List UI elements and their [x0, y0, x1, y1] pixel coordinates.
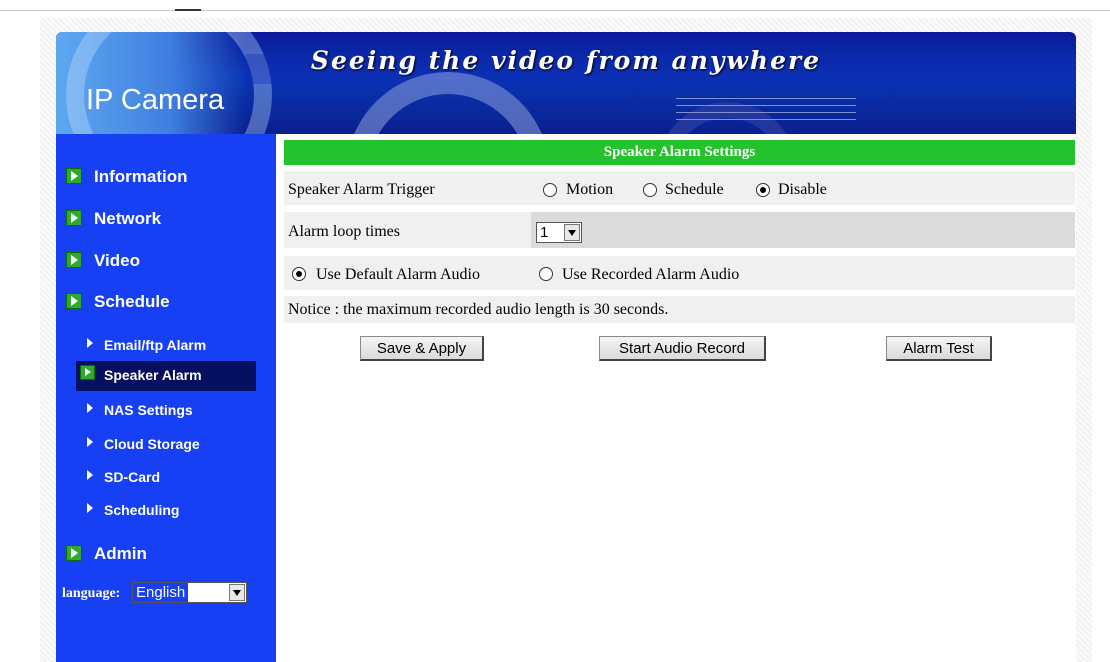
radio-motion-label: Motion — [566, 181, 614, 198]
sidebar-subitem-label: Scheduling — [104, 502, 180, 518]
arrow-icon — [87, 470, 93, 480]
arrow-icon — [87, 338, 93, 348]
radio-default-audio[interactable] — [292, 267, 306, 281]
sidebar-item-label: Information — [94, 167, 188, 186]
alarm-test-button[interactable]: Alarm Test — [886, 336, 992, 361]
language-value: English — [133, 583, 189, 602]
trigger-label: Speaker Alarm Trigger — [288, 181, 435, 198]
arrow-box-icon — [66, 545, 82, 561]
sidebar-subitem-label: NAS Settings — [104, 402, 193, 418]
sidebar-subitem-cloud-storage[interactable]: Cloud Storage — [76, 430, 256, 460]
radio-default-audio-label: Use Default Alarm Audio — [316, 266, 480, 283]
sidebar-subitem-sd-card[interactable]: SD-Card — [76, 463, 256, 493]
loop-times-value: 1 — [540, 224, 549, 241]
banner-slogan: Seeing the video from anywhere — [310, 46, 822, 75]
top-divider — [0, 10, 1110, 11]
arrow-icon — [87, 437, 93, 447]
arrow-icon — [87, 503, 93, 513]
start-audio-record-button[interactable]: Start Audio Record — [599, 336, 766, 361]
sidebar-item-label: Admin — [94, 544, 147, 563]
loop-times-select[interactable]: 1 — [536, 222, 582, 243]
sidebar-subitem-speaker-alarm[interactable]: Speaker Alarm — [76, 361, 256, 391]
sidebar-subitem-nas-settings[interactable]: NAS Settings — [76, 396, 256, 426]
banner-decoration — [676, 98, 856, 124]
top-mark — [175, 9, 201, 11]
sidebar-subitem-label: Email/ftp Alarm — [104, 337, 207, 353]
loop-label: Alarm loop times — [288, 223, 400, 240]
save-apply-button[interactable]: Save & Apply — [360, 336, 484, 361]
notice-row: Notice : the maximum recorded audio leng… — [284, 296, 1075, 323]
trigger-row: Speaker Alarm Trigger Motion Schedule Di… — [284, 171, 1075, 205]
app-logo: IP Camera — [86, 84, 225, 116]
arrow-icon — [87, 403, 93, 413]
arrow-box-icon — [80, 365, 95, 380]
sidebar-subitem-email-ftp-alarm[interactable]: Email/ftp Alarm — [76, 331, 256, 361]
radio-disable-label: Disable — [778, 181, 827, 198]
sidebar-item-label: Schedule — [94, 292, 170, 311]
arrow-box-icon — [66, 210, 82, 226]
audio-row: Use Default Alarm Audio Use Recorded Ala… — [284, 256, 1075, 290]
sidebar-subitem-label: Cloud Storage — [104, 436, 200, 452]
radio-disable[interactable] — [756, 183, 770, 197]
sidebar-item-label: Video — [94, 251, 140, 270]
chevron-down-icon[interactable] — [564, 224, 580, 241]
radio-recorded-audio-label: Use Recorded Alarm Audio — [562, 266, 740, 283]
sidebar-subitem-scheduling[interactable]: Scheduling — [76, 496, 256, 526]
section-title: Speaker Alarm Settings — [284, 140, 1075, 165]
radio-motion[interactable] — [543, 183, 557, 197]
language-select[interactable]: English — [132, 582, 247, 603]
sidebar: Information Network Video Schedule Email… — [56, 134, 276, 662]
chevron-down-icon[interactable] — [229, 584, 245, 601]
radio-recorded-audio[interactable] — [539, 267, 553, 281]
arrow-box-icon — [66, 293, 82, 309]
language-label: language: — [62, 586, 121, 601]
arrow-box-icon — [66, 252, 82, 268]
loop-row: Alarm loop times — [284, 212, 1075, 248]
sidebar-subitem-label: SD-Card — [104, 469, 161, 485]
sidebar-subitem-label: Speaker Alarm — [104, 367, 202, 383]
header-banner: Seeing the video from anywhere IP Camera — [56, 32, 1076, 134]
sidebar-item-label: Network — [94, 209, 162, 228]
radio-schedule[interactable] — [643, 183, 657, 197]
radio-schedule-label: Schedule — [665, 181, 724, 198]
arrow-box-icon — [66, 168, 82, 184]
notice-text: Notice : the maximum recorded audio leng… — [288, 301, 669, 318]
